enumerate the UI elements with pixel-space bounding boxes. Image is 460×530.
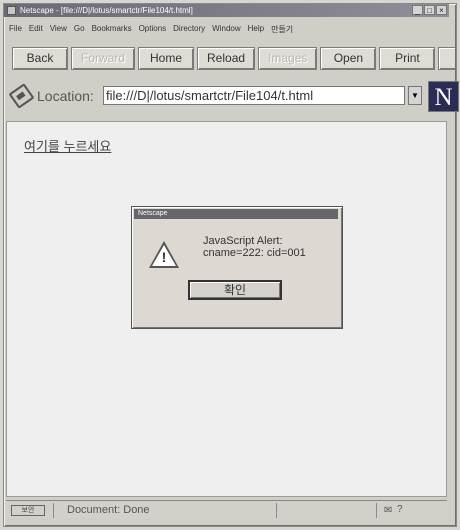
mail-icon[interactable]: ✉: [384, 505, 392, 516]
status-divider: [376, 503, 377, 518]
images-button[interactable]: Images: [258, 47, 318, 70]
alert-line-1: JavaScript Alert:: [203, 235, 283, 247]
menu-bar: File Edit View Go Bookmarks Options Dire…: [9, 24, 439, 38]
menu-help[interactable]: Help: [248, 24, 264, 38]
menu-file[interactable]: File: [9, 24, 22, 38]
menu-bookmarks[interactable]: Bookmarks: [92, 24, 132, 38]
exclamation-icon: !: [161, 249, 167, 265]
back-button[interactable]: Back: [12, 47, 68, 70]
open-button[interactable]: Open: [320, 47, 377, 70]
javascript-alert-dialog: Netscape ! JavaScript Alert: cname=222: …: [131, 206, 343, 329]
maximize-button[interactable]: □: [424, 5, 435, 15]
netscape-small-icon: [7, 6, 16, 15]
status-text: Document: Done: [67, 504, 150, 516]
close-button[interactable]: ×: [436, 5, 447, 15]
location-input[interactable]: file:///D|/lotus/smartctr/File104/t.html: [103, 86, 405, 105]
menu-directory[interactable]: Directory: [173, 24, 205, 38]
status-divider: [276, 503, 277, 518]
menu-go[interactable]: Go: [74, 24, 85, 38]
status-divider: [53, 503, 54, 518]
location-bar: Location: file:///D|/lotus/smartctr/File…: [8, 81, 459, 112]
window-controls: _ □ ×: [412, 5, 447, 15]
menu-view[interactable]: View: [50, 24, 67, 38]
dialog-title: Netscape: [134, 209, 338, 219]
netscape-logo: N: [428, 81, 459, 112]
location-label: Location:: [37, 88, 94, 104]
alert-line-2: cname=222: cid=001: [203, 247, 306, 259]
home-button[interactable]: Home: [138, 47, 195, 70]
window-title: Netscape - [file:///D|/lotus/smartctr/Fi…: [20, 6, 193, 15]
menu-edit[interactable]: Edit: [29, 24, 43, 38]
menu-options[interactable]: Options: [139, 24, 167, 38]
ok-button[interactable]: 확인: [188, 280, 282, 300]
alert-message: JavaScript Alert: cname=222: cid=001: [203, 235, 306, 259]
forward-button[interactable]: Forward: [71, 47, 136, 70]
print-button[interactable]: Print: [379, 47, 436, 70]
link-icon: [8, 83, 35, 109]
toolbar: Back Forward Home Reload Images Open Pri…: [12, 47, 455, 72]
help-icon[interactable]: ?: [397, 504, 403, 515]
menu-window[interactable]: Window: [212, 24, 240, 38]
menu-korean[interactable]: 만들기: [271, 24, 293, 38]
title-bar: Netscape - [file:///D|/lotus/smartctr/Fi…: [4, 4, 449, 17]
reload-button[interactable]: Reload: [197, 47, 256, 70]
find-button[interactable]: Find: [438, 47, 455, 70]
security-icon[interactable]: 보안: [11, 505, 45, 516]
chevron-down-icon[interactable]: ▼: [408, 86, 422, 105]
page-content: 여기를 누르세요 Netscape ! JavaScript Alert: cn…: [6, 121, 447, 497]
status-bar: 보안 Document: Done ✉ ?: [6, 500, 447, 519]
korean-link[interactable]: 여기를 누르세요: [24, 136, 111, 155]
minimize-button[interactable]: _: [412, 5, 423, 15]
